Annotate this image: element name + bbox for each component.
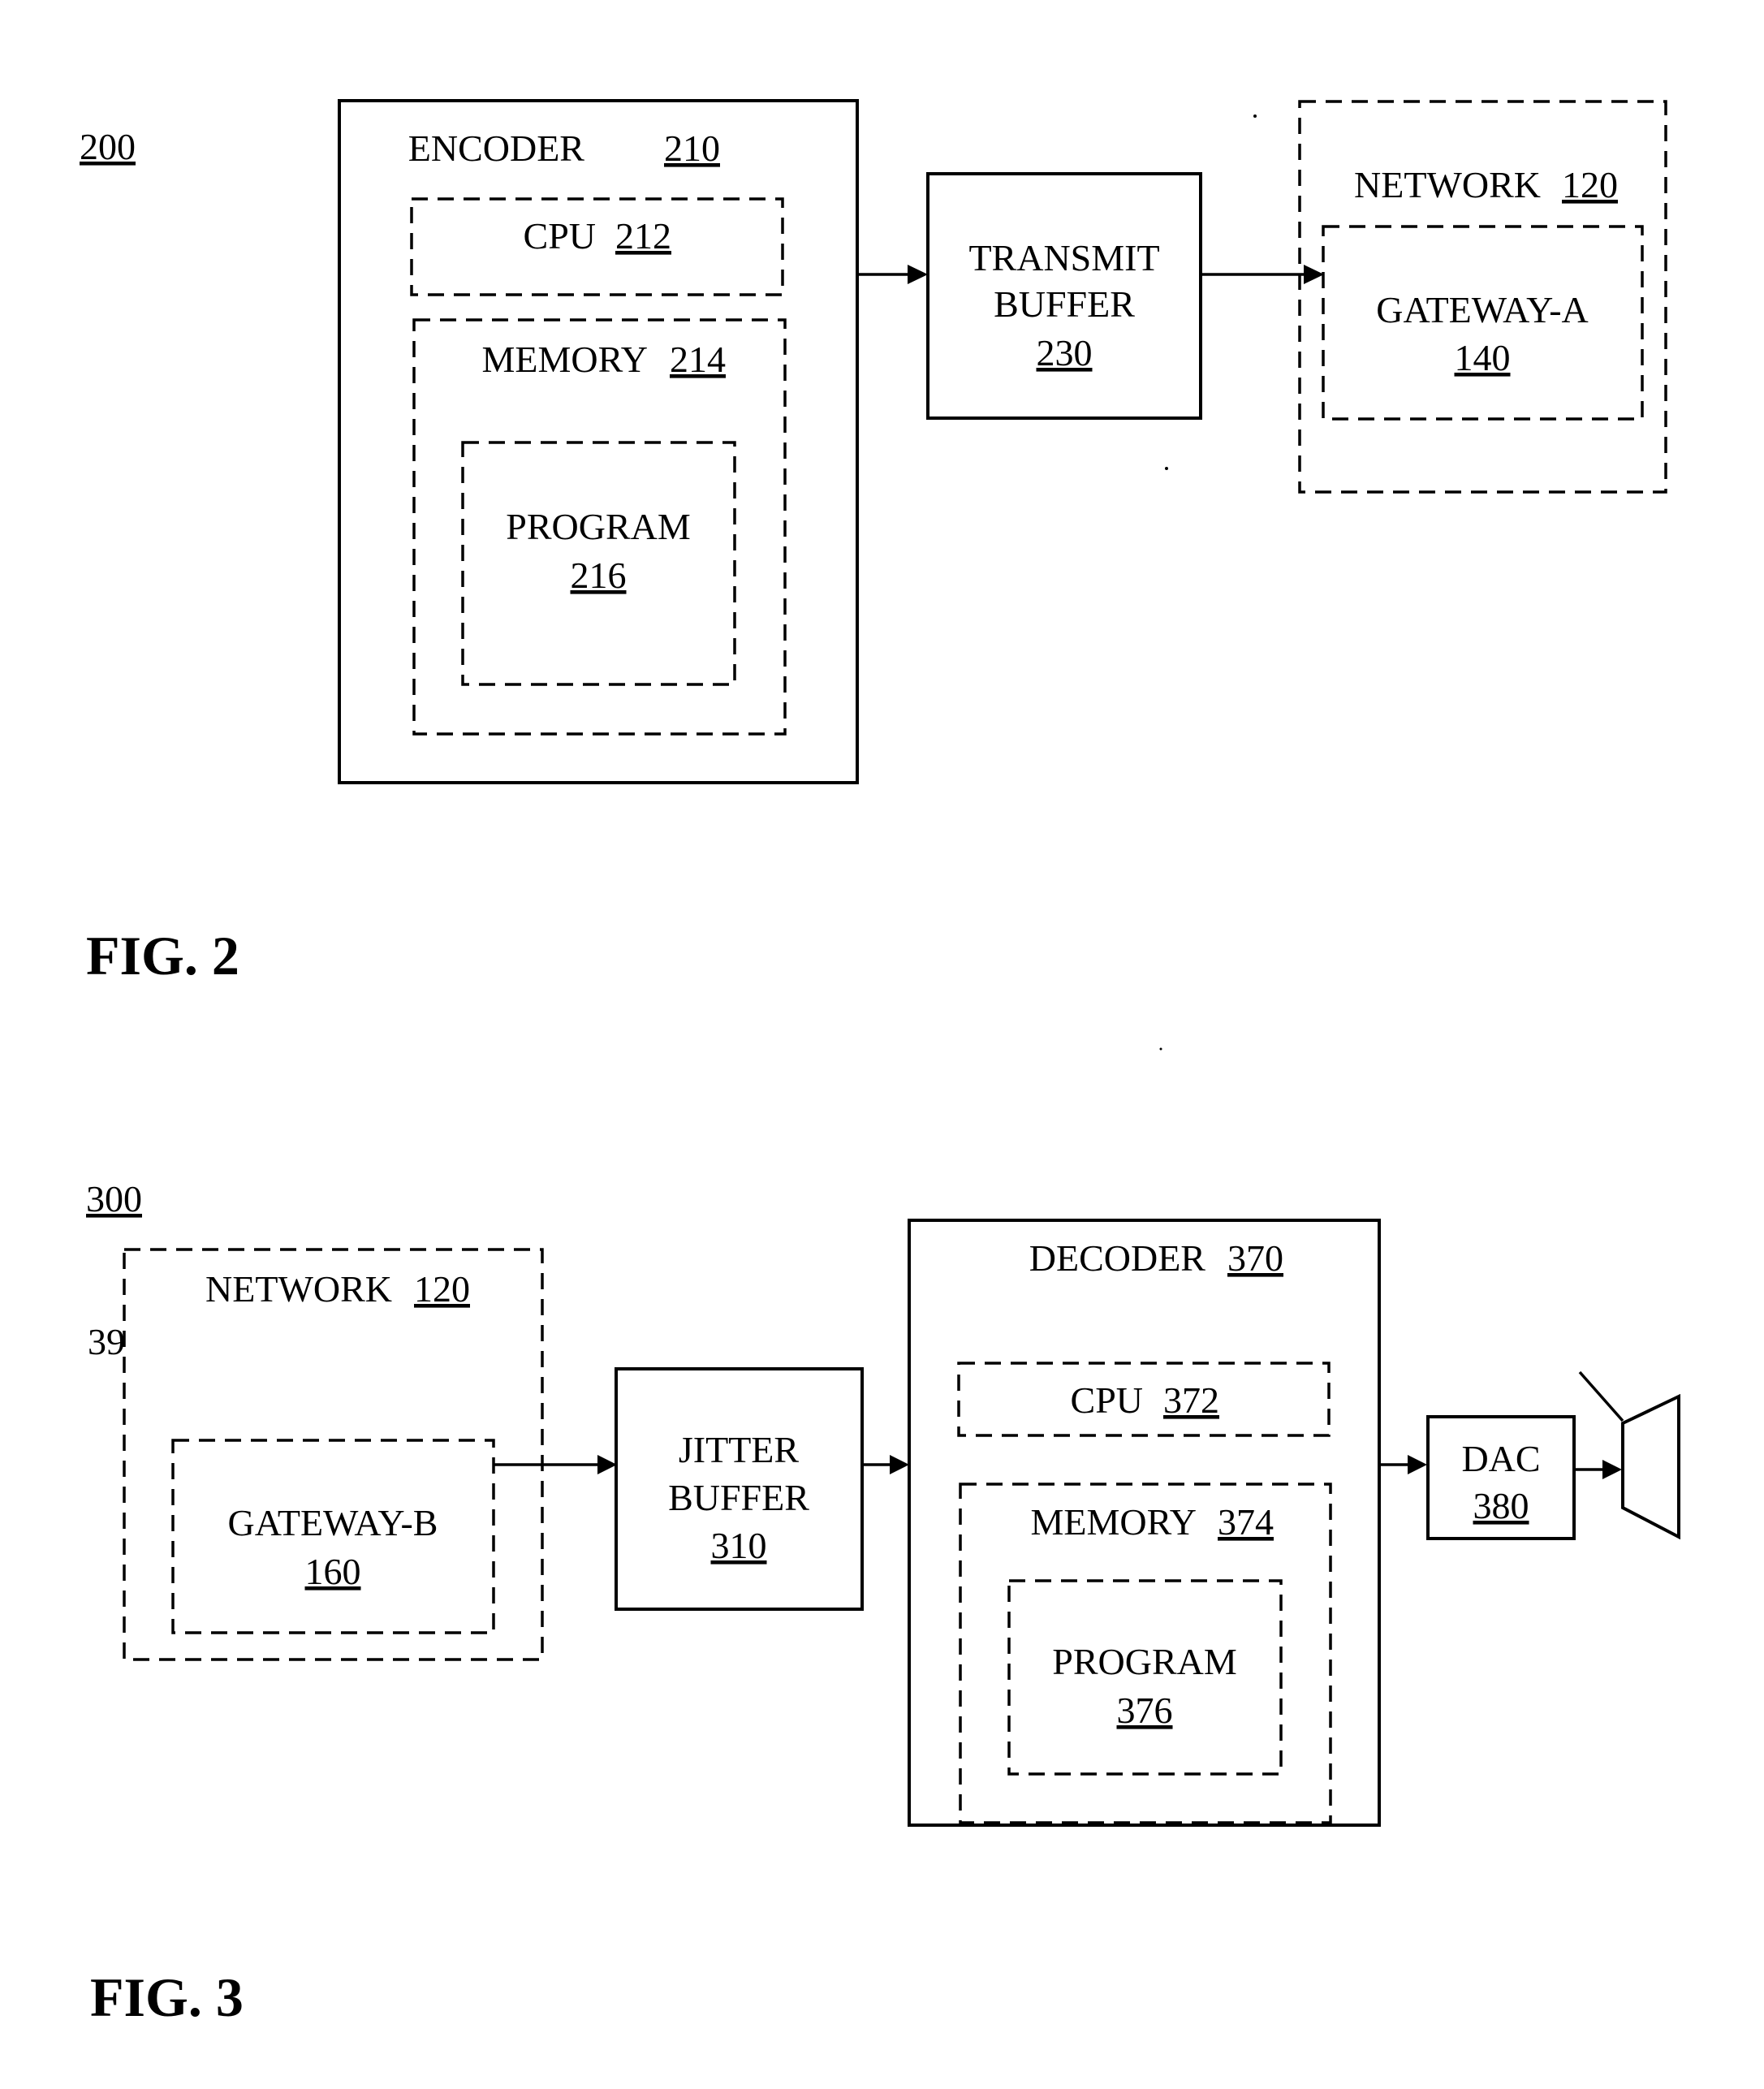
speaker-icon [1578, 1370, 1680, 1540]
figure-3: 300 39 NETWORK 120 GATEWAY-B 160 JITTER … [86, 1178, 1680, 2028]
fig3-reference-number: 300 [86, 1178, 142, 1219]
arrowhead-icon [908, 265, 928, 284]
arrowhead-icon [890, 1455, 909, 1474]
fig3-caption: FIG. 3 [90, 1966, 244, 2028]
patent-figures: 200 ENCODER 210 CPU 212 MEMORY 214 PROGR… [80, 99, 1680, 2028]
program-ref: 376 [1117, 1690, 1173, 1731]
decoder-block: DECODER 370 CPU 372 MEMORY 374 PROGRAM 3… [908, 1219, 1381, 1827]
dac-block: DAC 380 [1426, 1415, 1576, 1540]
memory-label: MEMORY [1031, 1501, 1197, 1543]
scan-speck [1159, 1047, 1162, 1051]
program-label: PROGRAM [506, 506, 691, 547]
dac-label: DAC [1461, 1438, 1540, 1479]
transmit-buffer-label-line2: BUFFER [994, 283, 1135, 325]
gateway-a-label: GATEWAY-A [1376, 289, 1589, 330]
cpu-label: CPU [524, 215, 596, 257]
speaker-cone [1621, 1393, 1680, 1540]
cpu-box [957, 1362, 1331, 1437]
network-block-fig2: NETWORK 120 GATEWAY-A 140 [1298, 100, 1667, 494]
memory-label: MEMORY [482, 339, 648, 380]
dac-ref: 380 [1473, 1485, 1529, 1526]
figure-2: 200 ENCODER 210 CPU 212 MEMORY 214 PROGR… [80, 99, 1667, 986]
arrowhead-icon [1408, 1455, 1427, 1474]
fig2-reference-number: 200 [80, 126, 136, 167]
arrowhead-icon [1602, 1460, 1622, 1479]
encoder-block: ENCODER 210 CPU 212 MEMORY 214 PROGRAM 2… [338, 99, 859, 784]
jitter-buffer-label-line2: BUFFER [668, 1477, 809, 1518]
stray-reference-label: 39 [88, 1321, 125, 1362]
network-ref: 120 [1562, 164, 1618, 205]
network-ref: 120 [414, 1268, 470, 1310]
memory-ref: 214 [670, 339, 726, 380]
gateway-b-label: GATEWAY-B [228, 1502, 438, 1543]
scan-speck [1165, 467, 1168, 470]
decoder-ref: 370 [1227, 1237, 1283, 1279]
arrowhead-icon [597, 1455, 617, 1474]
encoder-ref: 210 [664, 127, 720, 169]
fig2-caption: FIG. 2 [86, 925, 239, 986]
cpu-label: CPU [1071, 1379, 1143, 1421]
network-label: NETWORK [205, 1268, 392, 1310]
transmit-buffer-block: TRANSMIT BUFFER 230 [926, 172, 1202, 420]
transmit-buffer-label-line1: TRANSMIT [968, 237, 1159, 278]
network-label: NETWORK [1354, 164, 1541, 205]
jitter-buffer-ref: 310 [711, 1525, 767, 1566]
decoder-label: DECODER [1029, 1237, 1206, 1279]
cpu-box [410, 197, 784, 296]
program-label: PROGRAM [1052, 1641, 1237, 1682]
network-box [123, 1248, 544, 1661]
gateway-b-ref: 160 [305, 1551, 361, 1592]
memory-ref: 374 [1218, 1501, 1274, 1543]
speaker-lead-line [1578, 1370, 1624, 1422]
cpu-ref: 212 [615, 215, 671, 257]
arrowhead-icon [1304, 265, 1324, 284]
program-ref: 216 [571, 555, 627, 596]
transmit-buffer-ref: 230 [1037, 332, 1093, 373]
encoder-label: ENCODER [408, 127, 585, 169]
jitter-buffer-block: JITTER BUFFER 310 [615, 1367, 864, 1611]
gateway-a-ref: 140 [1455, 337, 1511, 378]
cpu-ref: 372 [1163, 1379, 1219, 1421]
network-block-fig3: NETWORK 120 GATEWAY-B 160 [123, 1248, 544, 1661]
scan-speck [1253, 114, 1257, 118]
jitter-buffer-label-line1: JITTER [679, 1429, 800, 1470]
